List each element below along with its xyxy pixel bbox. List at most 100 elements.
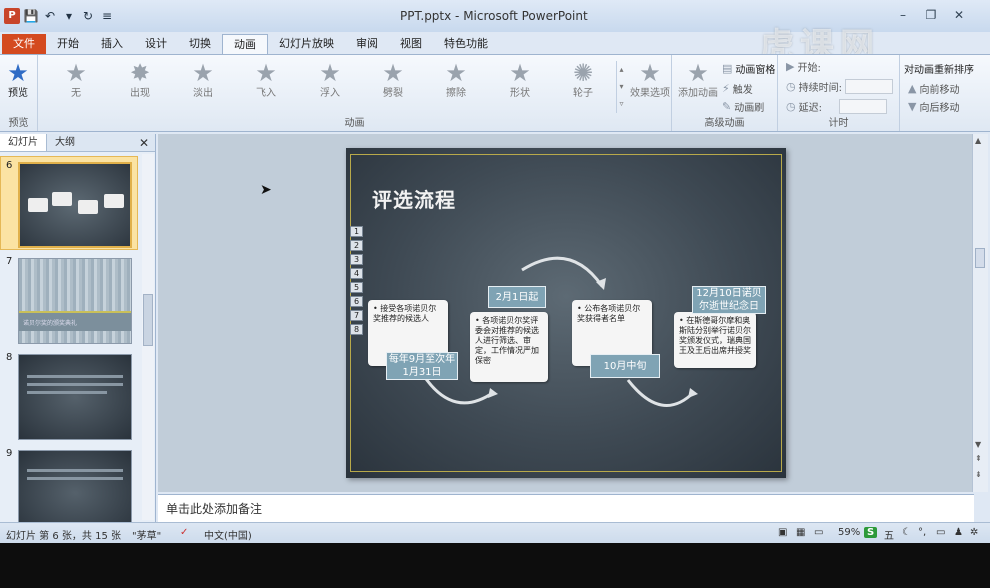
animation-painter-button[interactable]: ✎ 动画刷 [722, 99, 764, 114]
slides-panel-scrollbar[interactable] [142, 154, 154, 520]
slide-editor[interactable]: ➤ 评选流程 1 2 3 4 5 6 7 8 • 接受各项诺贝尔奖推荐的候选人 … [158, 134, 976, 492]
animation-pane-button[interactable]: ▤ 动画窗格 [722, 61, 775, 76]
restore-button[interactable]: ❐ [918, 6, 944, 24]
slide-sorter-icon[interactable]: ▦ [796, 527, 805, 538]
duration-spinner[interactable] [844, 79, 893, 94]
close-button[interactable]: ✕ [946, 6, 972, 24]
anim-wipe-button[interactable]: ★ 擦除 [436, 59, 476, 101]
tab-outline[interactable]: 大纲 [47, 134, 83, 151]
customize-qat-icon[interactable]: ≡ [99, 8, 115, 24]
start-label: 开始: [797, 63, 821, 74]
ime-mode[interactable]: 五 [884, 527, 894, 542]
tab-design[interactable]: 设计 [134, 34, 178, 54]
reading-view-icon[interactable]: ▭ [814, 527, 823, 538]
anim-split-button[interactable]: ★ 劈裂 [373, 59, 413, 101]
anim-wheel-button[interactable]: ✺ 轮子 [563, 59, 603, 101]
trigger-icon: ⚡ [722, 82, 730, 95]
scroll-down-icon[interactable]: ▼ [975, 440, 981, 449]
tab-home[interactable]: 开始 [46, 34, 90, 54]
slide-canvas[interactable]: 评选流程 1 2 3 4 5 6 7 8 • 接受各项诺贝尔奖推荐的候选人 • … [346, 148, 786, 478]
slide-thumbnail[interactable]: 6 [0, 156, 146, 252]
start-field[interactable]: ▶ 开始: [786, 59, 821, 74]
punctuation-icon[interactable]: °, [918, 527, 926, 538]
undo-icon[interactable]: ↶ [42, 8, 58, 24]
scroll-thumb[interactable] [975, 248, 985, 268]
language-status[interactable]: 中文(中国) [204, 527, 252, 542]
process-card[interactable]: • 在斯德哥尔摩和奥斯陆分别举行诺贝尔奖颁发仪式，瑞典国王及王后出席并授奖 [674, 312, 756, 368]
preview-button[interactable]: ★ 预览 [0, 59, 36, 101]
tab-animations[interactable]: 动画 [222, 34, 268, 54]
previous-slide-icon[interactable]: ⇞ [975, 454, 982, 463]
title-bar: P 💾 ↶ ▾ ↻ ≡ PPT.pptx - Microsoft PowerPo… [0, 0, 990, 66]
close-panel-icon[interactable]: ✕ [139, 136, 149, 150]
slide-7-preview: 诺贝尔奖的颁奖典礼 [18, 258, 132, 344]
skin-icon[interactable]: ♟ [954, 527, 963, 538]
move-later-button[interactable]: ▼ 向后移动 [908, 99, 959, 114]
slide-thumbnail[interactable]: 7 诺贝尔奖的颁奖典礼 [0, 256, 146, 348]
dropdown-icon[interactable]: ▾ [61, 8, 77, 24]
add-animation-star-icon: ★ [687, 59, 709, 87]
scroll-up-icon[interactable]: ▲ [975, 136, 981, 145]
tab-view[interactable]: 视图 [389, 34, 433, 54]
editor-scrollbar[interactable]: ▲ ▼ ⇞ ⇟ [972, 134, 988, 492]
anim-fade-label: 淡出 [193, 88, 213, 99]
add-animation-button[interactable]: ★ 添加动画 [676, 59, 720, 101]
spellcheck-icon[interactable]: ✓ [180, 527, 188, 538]
duration-field[interactable]: ◷ 持续时间: [786, 79, 893, 94]
date-label[interactable]: 每年9月至次年1月31日 [386, 352, 458, 380]
minimize-button[interactable]: – [890, 6, 916, 24]
animation-group: ★ 无 ✸ 出现 ★ 淡出 ★ 飞入 ★ 浮入 ★ 劈裂 ★ 擦除 ★ 形状 ✺… [38, 55, 672, 131]
process-card[interactable]: • 各项诺贝尔奖评委会对推荐的候选人进行筛选、审定，工作情况严加保密 [470, 312, 548, 382]
reorder-group: 对动画重新排序 ▲ 向前移动 ▼ 向后移动 [900, 55, 990, 131]
normal-view-icon[interactable]: ▣ [778, 527, 787, 538]
tab-special[interactable]: 特色功能 [433, 34, 499, 54]
zoom-level[interactable]: 59% [838, 527, 860, 538]
settings-icon[interactable]: ✲ [970, 527, 978, 538]
anim-fade-button[interactable]: ★ 淡出 [183, 59, 223, 101]
scroll-thumb[interactable] [143, 294, 153, 346]
redo-icon[interactable]: ↻ [80, 8, 96, 24]
anim-appear-label: 出现 [130, 88, 150, 99]
tab-slide-show[interactable]: 幻灯片放映 [268, 34, 345, 54]
powerpoint-logo-icon[interactable]: P [4, 8, 20, 24]
tab-transitions[interactable]: 切换 [178, 34, 222, 54]
date-label[interactable]: 10月中旬 [590, 354, 660, 378]
tab-file[interactable]: 文件 [2, 34, 46, 54]
tab-slides[interactable]: 幻灯片 [0, 134, 47, 151]
notes-pane[interactable]: 单击此处添加备注 [158, 494, 974, 522]
slide-thumbnail[interactable]: 8 [0, 352, 146, 444]
start-icon: ▶ [786, 60, 795, 73]
slide-thumbnail[interactable]: 9 [0, 448, 146, 522]
date-label[interactable]: 12月10日诺贝尔逝世纪念日 [692, 286, 766, 314]
anim-float-in-label: 浮入 [320, 88, 340, 99]
star-icon: ★ [65, 59, 87, 87]
keyboard-icon[interactable]: ▭ [936, 527, 945, 538]
anim-none-button[interactable]: ★ 无 [56, 59, 96, 101]
preview-group-label: 预览 [8, 118, 29, 129]
anim-float-in-button[interactable]: ★ 浮入 [310, 59, 350, 101]
anim-fly-in-label: 飞入 [256, 88, 276, 99]
move-earlier-button[interactable]: ▲ 向前移动 [908, 81, 959, 96]
effect-options-label: 效果选项 [630, 88, 670, 99]
tab-insert[interactable]: 插入 [90, 34, 134, 54]
effect-options-button[interactable]: ★ 效果选项 [628, 59, 672, 101]
save-icon[interactable]: 💾 [23, 8, 39, 24]
ime-logo-icon[interactable]: S [864, 527, 878, 538]
date-label[interactable]: 2月1日起 [488, 286, 546, 308]
gallery-scroll[interactable]: ▴ ▾ ▿ [616, 61, 626, 113]
anim-none-label: 无 [71, 88, 81, 99]
anim-shape-button[interactable]: ★ 形状 [500, 59, 540, 101]
delay-label: 延迟: [798, 103, 822, 114]
delay-field[interactable]: ◷ 延迟: [786, 99, 887, 114]
delay-spinner[interactable] [838, 99, 887, 114]
animation-painter-label: 动画刷 [734, 103, 765, 114]
next-slide-icon[interactable]: ⇟ [975, 470, 982, 479]
timing-group: ▶ 开始: ◷ 持续时间: ◷ 延迟: 计时 [778, 55, 900, 131]
tab-review[interactable]: 审阅 [345, 34, 389, 54]
animation-painter-icon: ✎ [722, 100, 732, 113]
trigger-button[interactable]: ⚡ 触发 [722, 81, 753, 96]
anim-appear-button[interactable]: ✸ 出现 [120, 59, 160, 101]
anim-split-label: 劈裂 [383, 88, 403, 99]
moon-icon[interactable]: ☾ [902, 527, 911, 538]
anim-fly-in-button[interactable]: ★ 飞入 [246, 59, 286, 101]
